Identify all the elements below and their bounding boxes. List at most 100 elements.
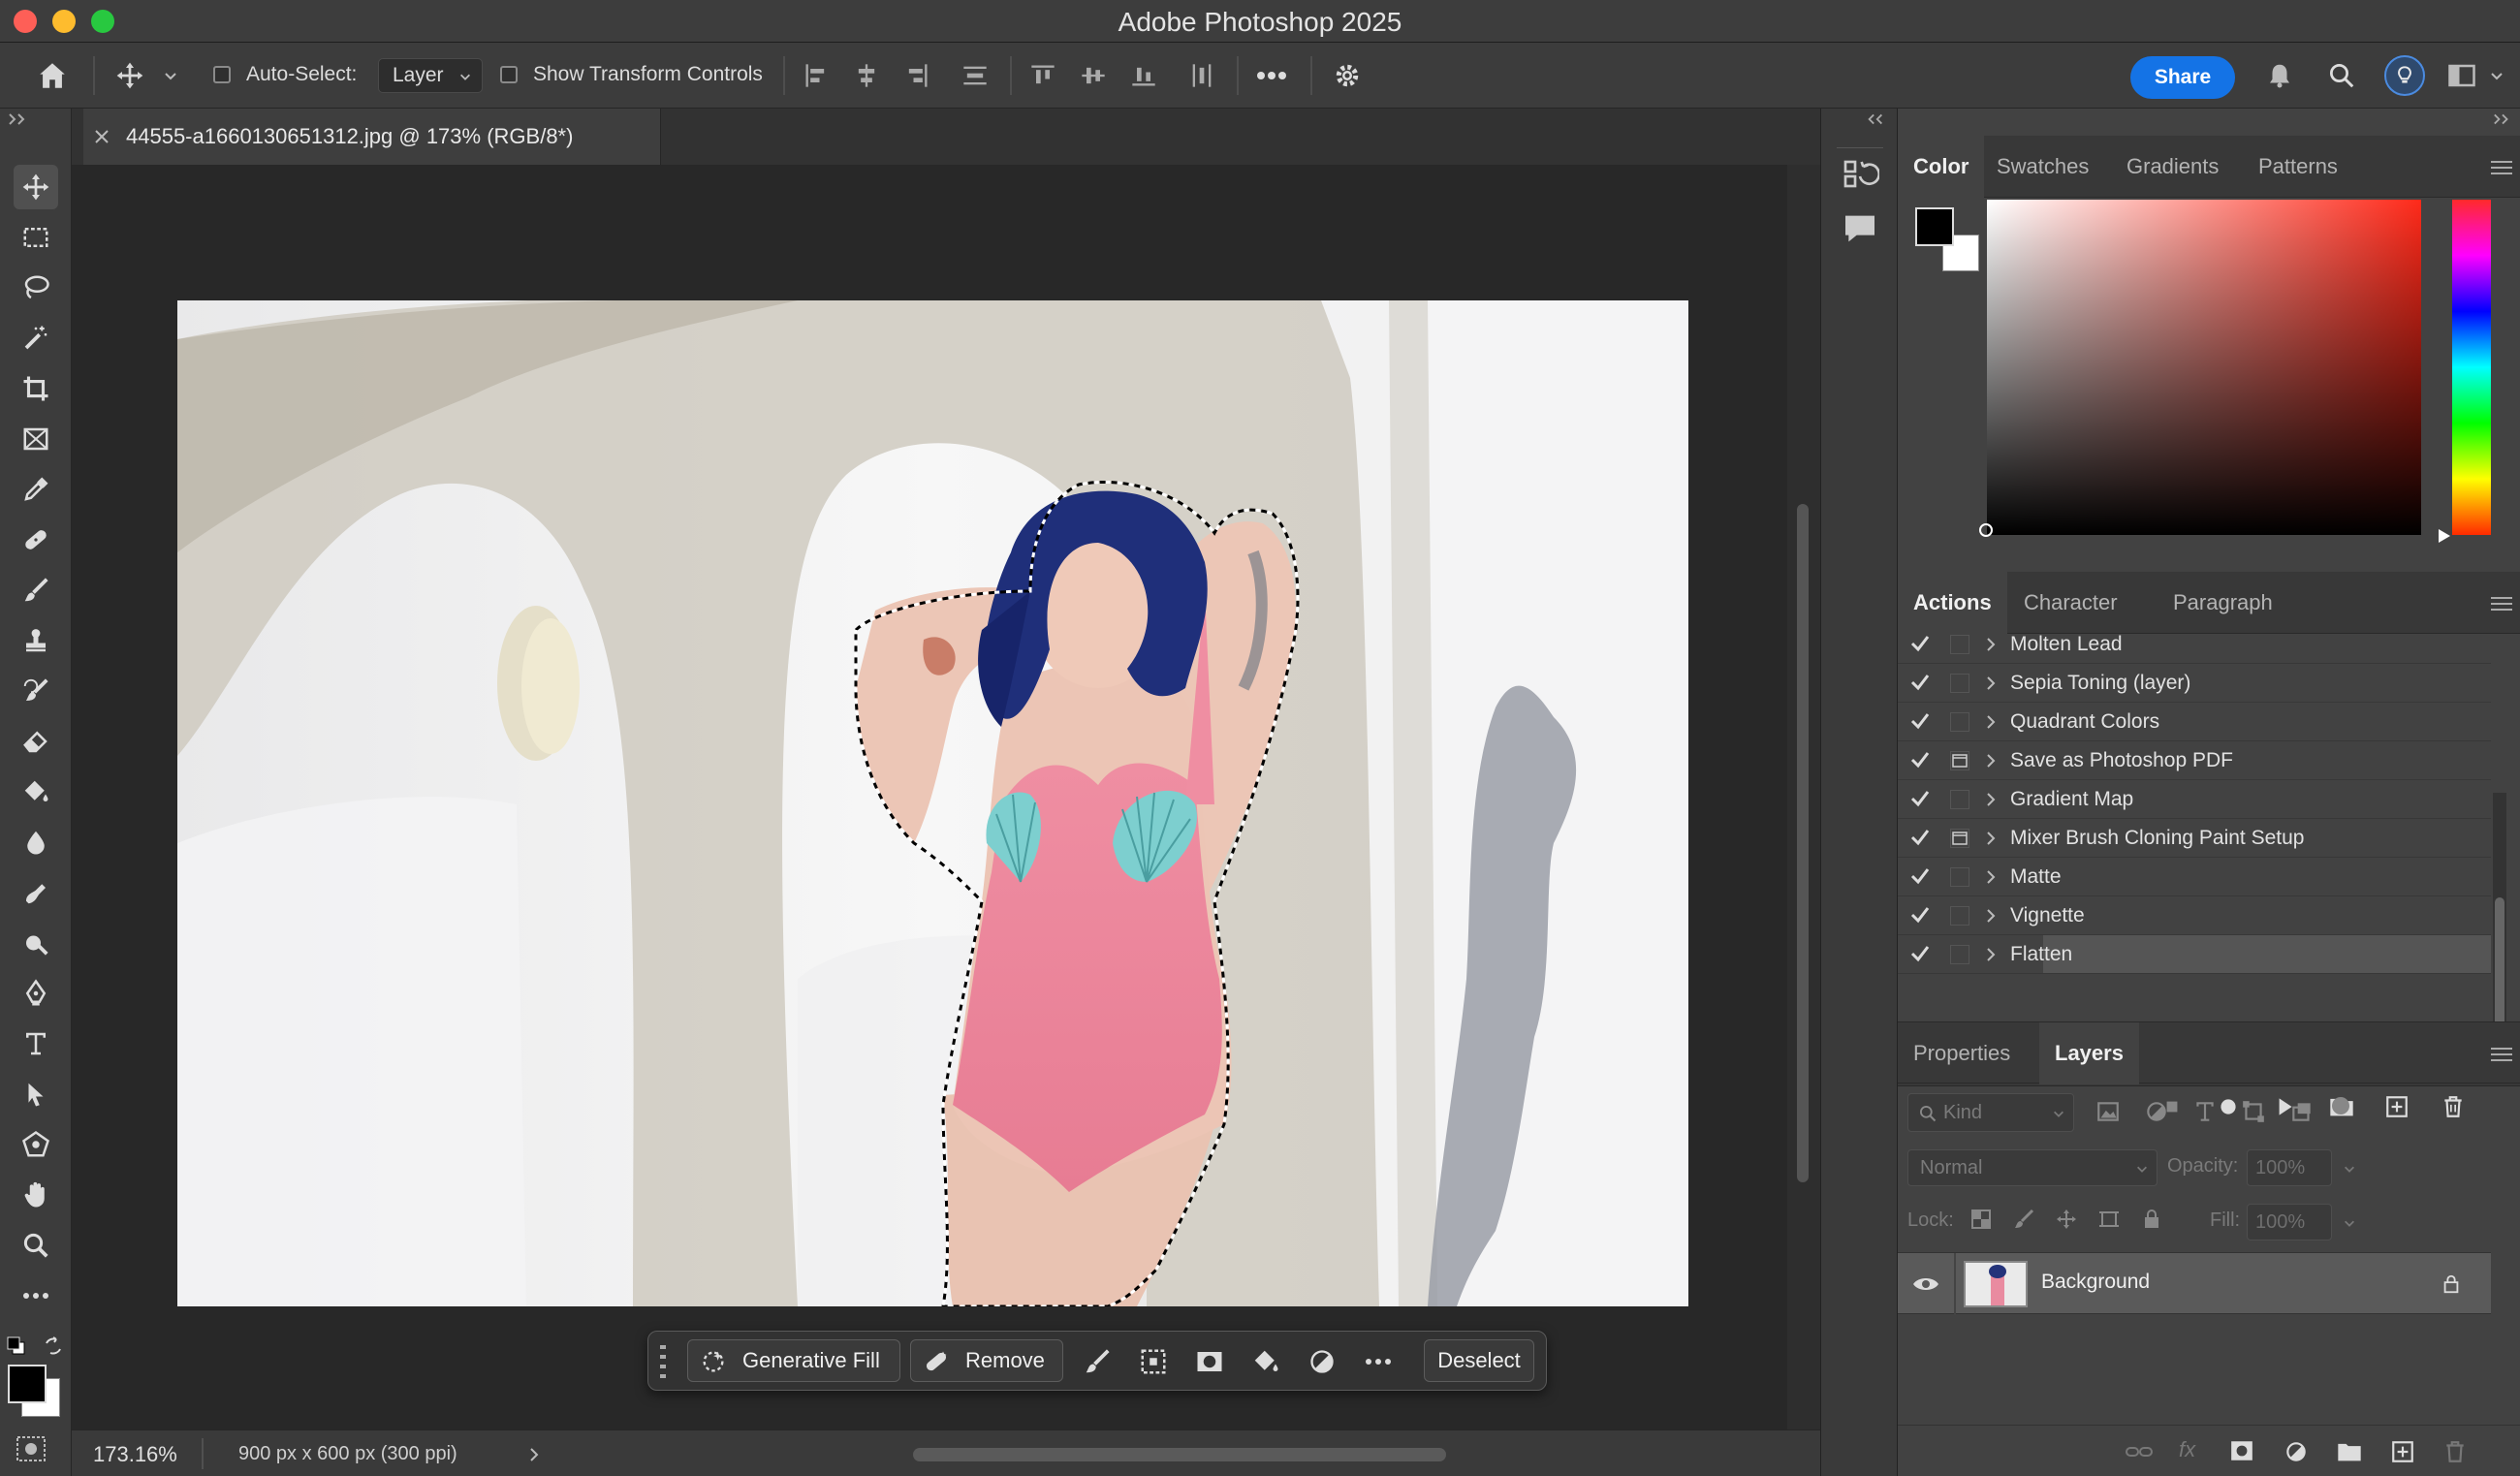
shape-icon[interactable] [14, 1122, 58, 1167]
home-icon[interactable] [35, 58, 70, 93]
filter-type-icon[interactable] [2192, 1099, 2218, 1124]
lasso-icon[interactable] [14, 266, 58, 310]
zoom-icon[interactable] [14, 1223, 58, 1268]
dialog-toggle[interactable] [1950, 829, 1969, 848]
checkmark-icon[interactable] [1907, 862, 1933, 891]
align-bottom-icon[interactable] [1126, 58, 1161, 93]
expand-panel-icon[interactable] [2493, 112, 2512, 126]
dialog-toggle[interactable] [1950, 751, 1969, 770]
dialog-toggle[interactable] [1950, 906, 1969, 926]
document-image[interactable] [177, 300, 1688, 1306]
align-right-icon[interactable] [899, 58, 934, 93]
trash-icon[interactable] [2442, 1439, 2468, 1464]
comments-icon[interactable] [1841, 209, 1879, 248]
action-row[interactable]: Flatten [1898, 935, 2491, 974]
default-colors-icon[interactable] [6, 1335, 27, 1357]
filter-shape-icon[interactable] [2241, 1099, 2266, 1124]
type-icon[interactable] [14, 1021, 58, 1066]
transform-selection-icon[interactable] [1135, 1343, 1172, 1380]
paint-bucket-icon[interactable] [14, 769, 58, 814]
frame-icon[interactable] [14, 417, 58, 461]
more-tools-icon[interactable] [14, 1273, 58, 1318]
brush-mask-icon[interactable] [1079, 1343, 1116, 1380]
color-picker-field[interactable] [1987, 200, 2421, 535]
move-icon[interactable] [14, 165, 58, 209]
tab-color[interactable]: Color [1898, 136, 1985, 198]
trash-icon[interactable] [2441, 1094, 2466, 1119]
lightbulb-icon[interactable] [2384, 55, 2425, 96]
dialog-toggle[interactable] [1950, 867, 1969, 887]
action-row[interactable]: Vignette [1898, 896, 2491, 935]
marquee-icon[interactable] [14, 215, 58, 260]
color-picker-cursor[interactable] [1979, 523, 1993, 537]
chevron-right-icon[interactable] [1983, 670, 1999, 697]
filter-toggle[interactable] [2332, 1097, 2349, 1115]
panel-menu-icon[interactable] [2491, 161, 2512, 174]
more-options-icon[interactable] [1254, 58, 1289, 93]
checkmark-icon[interactable] [1907, 900, 1933, 929]
tab-layers[interactable]: Layers [2039, 1022, 2139, 1084]
tab-gradients[interactable]: Gradients [2111, 136, 2234, 198]
history-brush-icon[interactable] [14, 669, 58, 713]
tab-patterns[interactable]: Patterns [2243, 136, 2353, 198]
tab-properties[interactable]: Properties [1898, 1022, 2026, 1084]
dialog-toggle[interactable] [1950, 790, 1969, 809]
color-foreground-swatch[interactable] [1915, 207, 1954, 246]
checkmark-icon[interactable] [1907, 629, 1933, 658]
align-top-icon[interactable] [1025, 58, 1060, 93]
auto-select-dropdown[interactable]: Layer [378, 58, 483, 93]
collapse-panel-icon[interactable] [1866, 112, 1885, 126]
vertical-scroll-thumb[interactable] [1797, 504, 1809, 1182]
action-row[interactable]: Sepia Toning (layer) [1898, 664, 2491, 703]
swap-colors-icon[interactable] [43, 1335, 64, 1357]
fill-selection-icon[interactable] [1247, 1343, 1284, 1380]
chevron-right-icon[interactable] [1983, 631, 1999, 658]
bell-icon[interactable] [2262, 58, 2297, 93]
lock-all-icon[interactable] [2140, 1208, 2163, 1231]
deselect-button[interactable]: Deselect [1424, 1339, 1534, 1382]
filter-pixel-icon[interactable] [2095, 1099, 2121, 1124]
tab-swatches[interactable]: Swatches [1981, 136, 2104, 198]
checkmark-icon[interactable] [1907, 707, 1933, 736]
hue-slider[interactable] [2452, 200, 2491, 535]
action-row[interactable]: Gradient Map [1898, 780, 2491, 819]
new-action-icon[interactable] [2384, 1094, 2410, 1119]
opacity-field[interactable]: 100% [2247, 1149, 2354, 1186]
lock-image-icon[interactable] [2012, 1208, 2035, 1231]
dodge-icon[interactable] [14, 921, 58, 965]
hue-slider-handle[interactable] [2437, 527, 2452, 545]
filter-adjustment-icon[interactable] [2144, 1099, 2169, 1124]
checkmark-icon[interactable] [1907, 939, 1933, 968]
filter-smart-object-icon[interactable] [2289, 1099, 2315, 1124]
action-row[interactable]: Mixer Brush Cloning Paint Setup [1898, 819, 2491, 858]
checkmark-icon[interactable] [1907, 823, 1933, 852]
brush-icon[interactable] [14, 568, 58, 612]
eraser-icon[interactable] [14, 719, 58, 764]
checkmark-icon[interactable] [1907, 784, 1933, 813]
generative-fill-button[interactable]: Generative Fill [687, 1339, 900, 1382]
fx-icon[interactable]: fx [2179, 1437, 2195, 1462]
lock-position-icon[interactable] [2055, 1208, 2078, 1231]
remove-button[interactable]: Remove [910, 1339, 1063, 1382]
drag-handle-icon[interactable] [658, 1343, 668, 1380]
panel-menu-icon[interactable] [2491, 1048, 2512, 1061]
new-layer-icon[interactable] [2390, 1439, 2415, 1464]
lock-artboard-icon[interactable] [2097, 1208, 2121, 1231]
foreground-color-swatch[interactable] [8, 1365, 47, 1403]
action-row[interactable]: Molten Lead [1898, 625, 2491, 664]
search-icon[interactable] [2324, 58, 2359, 93]
pen-icon[interactable] [14, 971, 58, 1016]
add-mask-icon[interactable] [2229, 1439, 2254, 1462]
vertical-scrollbar[interactable] [1787, 165, 1820, 1429]
history-icon[interactable] [1841, 157, 1879, 196]
new-group-icon[interactable] [2336, 1439, 2363, 1464]
close-icon[interactable] [93, 128, 110, 145]
chevron-right-icon[interactable] [1983, 864, 1999, 891]
action-row[interactable]: Quadrant Colors [1898, 703, 2491, 741]
expand-panel-icon[interactable] [8, 112, 29, 126]
fill-field[interactable]: 100% [2247, 1204, 2354, 1240]
action-row[interactable]: Save as Photoshop PDF [1898, 741, 2491, 780]
layer-filter-kind-dropdown[interactable]: Kind [1907, 1093, 2074, 1132]
blend-mode-dropdown[interactable]: Normal [1907, 1149, 2158, 1186]
checkmark-icon[interactable] [1907, 668, 1933, 697]
